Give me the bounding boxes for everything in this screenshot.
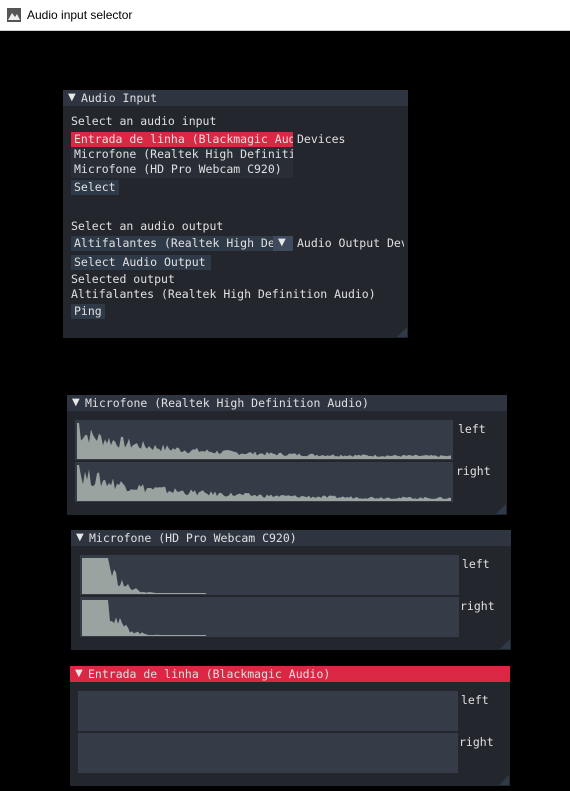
- window-title: Audio Input: [81, 91, 158, 105]
- collapse-triangle-icon[interactable]: ▼: [76, 532, 84, 543]
- left-channel-label: left: [461, 693, 489, 707]
- chevron-down-icon: ▼: [278, 237, 286, 248]
- spectrum-waveform: [77, 423, 451, 459]
- select-button[interactable]: Select: [71, 180, 119, 195]
- window-header[interactable]: ▼ Microfone (Realtek High Definition Aud…: [67, 395, 507, 411]
- left-channel-plot: [75, 420, 453, 460]
- window-title: Entrada de linha (Blackmagic Audio): [88, 667, 331, 681]
- meter-window: ▼ Entrada de linha (Blackmagic Audio) le…: [70, 666, 510, 786]
- right-channel-plot: [75, 462, 453, 502]
- collapse-triangle-icon[interactable]: ▼: [68, 92, 76, 103]
- resize-grip[interactable]: [397, 327, 407, 337]
- select-audio-output-button[interactable]: Select Audio Output: [71, 255, 211, 270]
- right-channel-label: right: [460, 599, 495, 613]
- spectrum-fill: [77, 465, 451, 501]
- window-header[interactable]: ▼ Entrada de linha (Blackmagic Audio): [70, 666, 510, 682]
- spectrum-waveform: [82, 558, 206, 594]
- left-channel-label: left: [458, 422, 486, 436]
- window-title: Microfone (HD Pro Webcam C920): [89, 531, 297, 545]
- collapse-triangle-icon[interactable]: ▼: [72, 397, 80, 408]
- output-devices-label: Audio Output Devices: [297, 236, 404, 250]
- window-title: Microfone (Realtek High Definition Audio…: [85, 396, 369, 410]
- spectrum-waveform: [77, 465, 451, 501]
- output-combo-arrow[interactable]: ▼: [273, 236, 293, 251]
- devices-label: Devices: [297, 132, 346, 146]
- list-item[interactable]: Microfone (HD Pro Webcam C920): [71, 162, 293, 177]
- ping-button[interactable]: Ping: [71, 304, 105, 319]
- collapse-triangle-icon[interactable]: ▼: [75, 668, 83, 679]
- selected-output-label: Selected output: [71, 272, 175, 286]
- spectrum-fill: [77, 423, 451, 459]
- meter-window: ▼ Microfone (HD Pro Webcam C920) left ri…: [71, 530, 511, 650]
- window-header[interactable]: ▼ Microfone (HD Pro Webcam C920): [71, 530, 511, 546]
- left-channel-plot: [78, 691, 458, 731]
- left-channel-plot: [80, 555, 459, 595]
- resize-grip[interactable]: [499, 775, 509, 785]
- left-channel-label: left: [462, 557, 490, 571]
- meter-window: ▼ Microfone (Realtek High Definition Aud…: [67, 395, 507, 515]
- window-title: Audio input selector: [27, 8, 133, 22]
- selected-output-value: Altifalantes (Realtek High Definition Au…: [71, 287, 376, 301]
- resize-grip[interactable]: [496, 504, 506, 514]
- right-channel-label: right: [456, 464, 491, 478]
- window-header[interactable]: ▼ Audio Input: [63, 90, 408, 106]
- spectrum-fill: [82, 558, 206, 594]
- list-item[interactable]: Entrada de linha (Blackmagic Audio): [71, 132, 293, 147]
- resize-grip[interactable]: [500, 639, 510, 649]
- audio-input-window: ▼ Audio Input Select an audio input Entr…: [63, 90, 408, 338]
- list-item[interactable]: Microfone (Realtek High Definition Audio…: [71, 147, 293, 162]
- select-output-label: Select an audio output: [71, 219, 224, 233]
- select-input-label: Select an audio input: [71, 114, 217, 128]
- output-combo[interactable]: Altifalantes (Realtek High Definition Au…: [71, 236, 273, 251]
- title-bar: Audio input selector: [0, 0, 570, 31]
- right-channel-label: right: [459, 735, 494, 749]
- app-icon: [7, 8, 21, 22]
- right-channel-plot: [78, 733, 458, 773]
- right-channel-plot: [80, 597, 459, 637]
- spectrum-fill: [82, 600, 206, 636]
- spectrum-waveform: [82, 600, 206, 636]
- devices-listbox[interactable]: Entrada de linha (Blackmagic Audio) Micr…: [71, 132, 293, 178]
